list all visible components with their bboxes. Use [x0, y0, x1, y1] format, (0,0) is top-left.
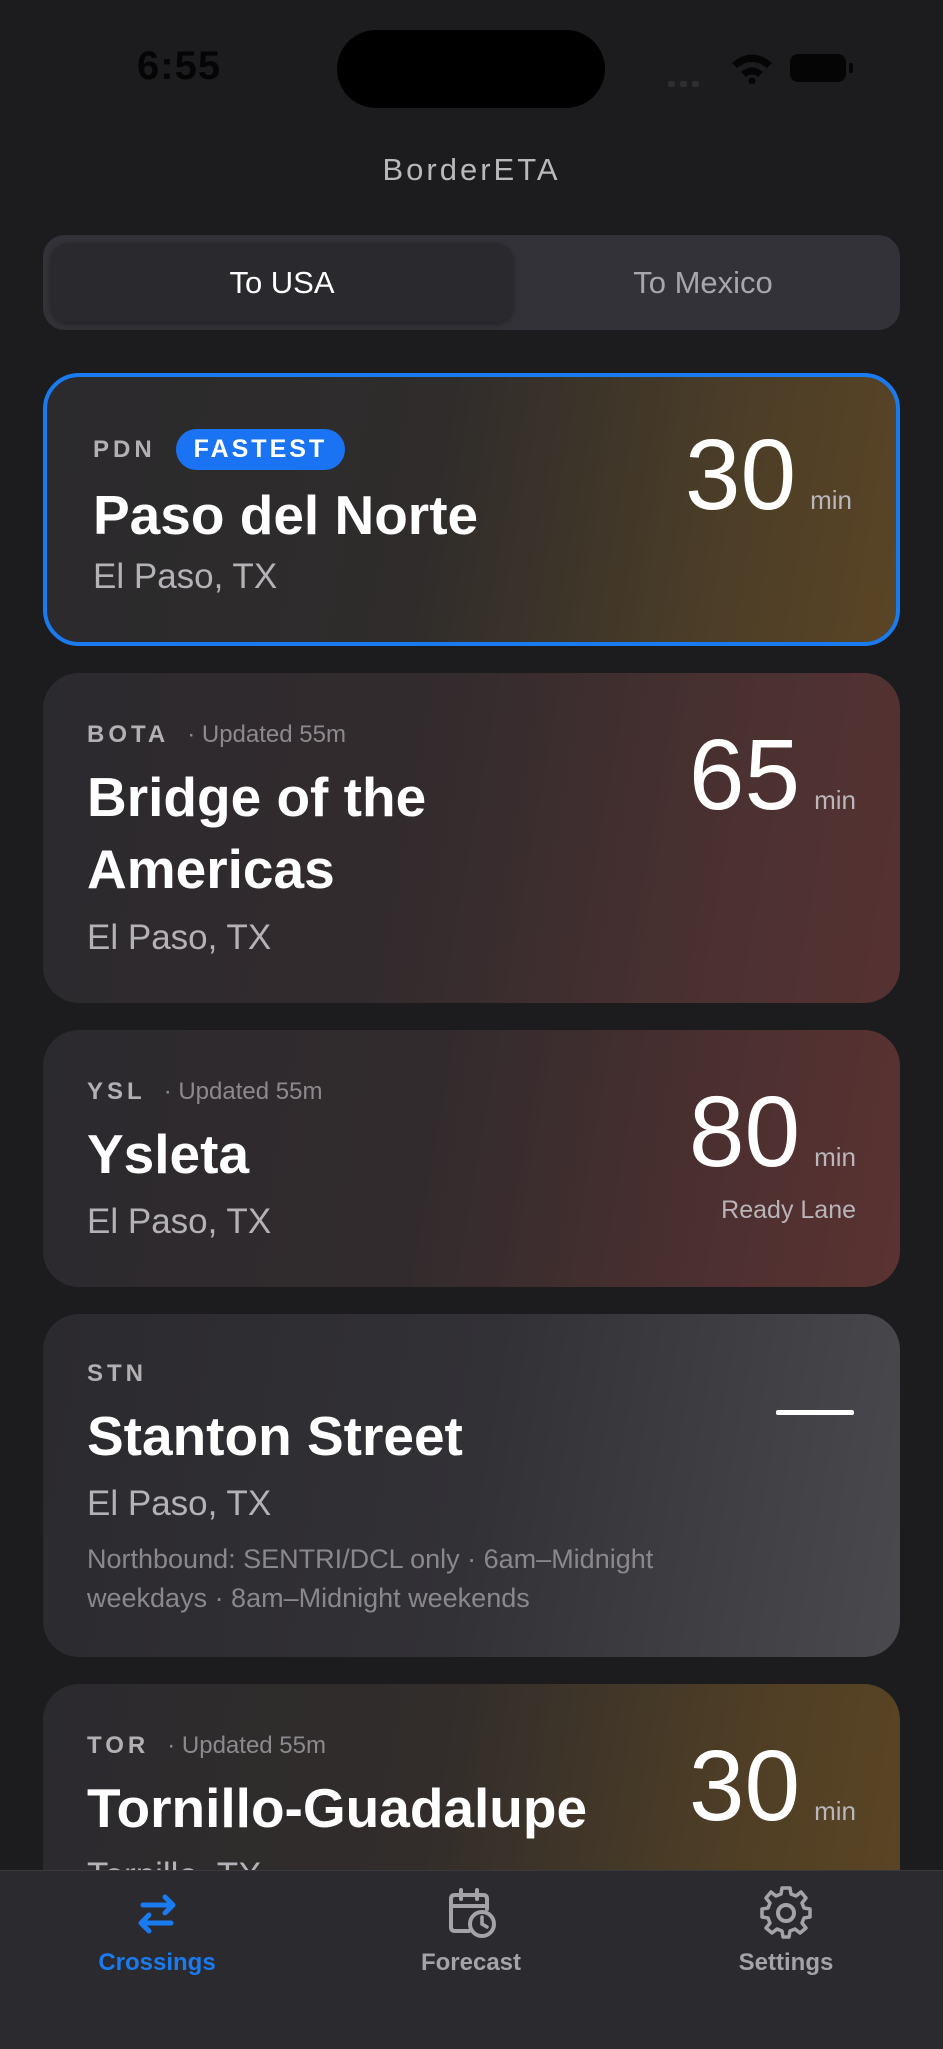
updated-time: · Updated 55m — [167, 1732, 326, 1759]
no-wait-dash — [776, 1410, 854, 1415]
crossing-code: PDN — [93, 435, 156, 463]
tab-label: Forecast — [420, 1949, 522, 1976]
arrows-swap-icon — [138, 1894, 176, 1934]
crossing-city: El Paso, TX — [93, 557, 278, 596]
app-title: BorderETA — [382, 152, 561, 187]
crossing-code: TOR — [87, 1732, 150, 1759]
gear-icon — [760, 1886, 812, 1939]
status-bar: 6:55 — [0, 0, 943, 140]
card-header: YSL · Updated 55m — [87, 1078, 322, 1106]
card-header: STN — [87, 1360, 147, 1388]
hours-note-line-1: Northbound: SENTRI/DCL only · 6am–Midnig… — [87, 1544, 654, 1574]
crossing-card-ysl[interactable]: YSL · Updated 55m Ysleta El Paso, TX 80 … — [43, 1030, 900, 1287]
crossing-city: El Paso, TX — [87, 1484, 272, 1523]
card-header: BOTA · Updated 55m — [87, 721, 346, 749]
tab-label: Settings — [738, 1949, 834, 1976]
crossing-card-stn[interactable]: STN Stanton Street El Paso, TX Northboun… — [43, 1314, 900, 1657]
crossing-code: BOTA — [87, 721, 170, 748]
wait-minutes: 80 — [688, 1076, 801, 1188]
hours-note-line-2: weekdays · 8am–Midnight weekends — [87, 1583, 530, 1613]
crossing-name-line-2: Americas — [87, 838, 335, 900]
wait-unit: min — [810, 485, 852, 515]
segment-to-usa[interactable]: To USA — [51, 243, 513, 322]
wifi-icon — [732, 54, 772, 84]
updated-time: · Updated 55m — [187, 721, 346, 748]
tab-bar: Crossings Forecast Settings — [0, 1870, 943, 2049]
crossing-card-pdn[interactable]: PDN FASTEST Paso del Norte El Paso, TX 3… — [43, 373, 900, 646]
wait-time: 30 min — [685, 425, 852, 525]
wait-time: 65 min — [689, 725, 856, 825]
card-header: PDN FASTEST — [93, 429, 346, 470]
crossing-name: Ysleta — [87, 1123, 250, 1185]
crossing-name: Paso del Norte — [93, 484, 479, 546]
tab-forecast[interactable]: Forecast — [371, 1885, 571, 1977]
dynamic-island — [337, 30, 605, 108]
updated-time: · Updated 55m — [163, 1078, 323, 1105]
cellular-signal-icon — [668, 74, 704, 92]
ready-lane-label: Ready Lane — [721, 1196, 856, 1224]
battery-icon — [790, 54, 853, 82]
wait-minutes: 30 — [688, 1730, 801, 1842]
tab-settings[interactable]: Settings — [686, 1885, 886, 1977]
direction-segmented-control: To USA To Mexico — [43, 235, 900, 330]
wait-time: 80 min — [689, 1082, 856, 1182]
crossing-card-bota[interactable]: BOTA · Updated 55m Bridge of the America… — [43, 673, 900, 1003]
wait-minutes: 30 — [684, 419, 797, 531]
wait-unit: min — [814, 1796, 856, 1826]
card-header: TOR · Updated 55m — [87, 1732, 326, 1760]
crossing-city: El Paso, TX — [87, 1202, 272, 1241]
wait-time: 30 min — [689, 1736, 856, 1836]
calendar-clock-icon — [449, 1888, 496, 1938]
crossing-code: STN — [87, 1360, 147, 1387]
tab-label: Crossings — [98, 1949, 216, 1976]
crossing-name-line-1: Bridge of the — [87, 766, 427, 828]
segment-to-mexico[interactable]: To Mexico — [513, 243, 893, 322]
crossing-city: El Paso, TX — [87, 918, 272, 957]
crossing-name: Stanton Street — [87, 1405, 463, 1467]
crossing-name: Tornillo-Guadalupe — [87, 1777, 588, 1839]
status-time: 6:55 — [137, 44, 222, 88]
crossing-code: YSL — [87, 1078, 146, 1105]
tab-crossings[interactable]: Crossings — [57, 1885, 257, 1977]
wait-unit: min — [814, 785, 856, 815]
fastest-badge: FASTEST — [175, 429, 346, 470]
wait-unit: min — [814, 1142, 856, 1172]
wait-minutes: 65 — [688, 719, 801, 831]
